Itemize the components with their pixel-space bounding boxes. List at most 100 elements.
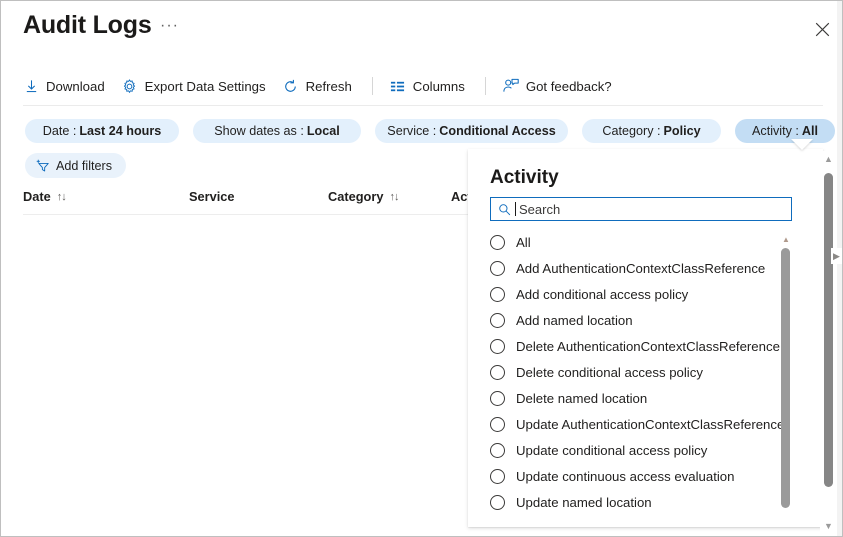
- column-header-date-label: Date: [23, 189, 51, 204]
- download-button[interactable]: Download: [23, 78, 105, 94]
- more-options-ellipsis[interactable]: ···: [160, 19, 179, 33]
- filter-pill-date-key: Date: [43, 124, 77, 138]
- activity-option-label: All: [516, 235, 531, 250]
- download-label: Download: [46, 79, 105, 94]
- filter-pill-category[interactable]: Category Policy: [582, 119, 721, 143]
- filter-pill-activity[interactable]: Activity All: [735, 119, 835, 143]
- activity-filter-flyout: Activity All Add AuthenticationContextCl…: [468, 149, 823, 527]
- filter-pill-service-value: Conditional Access: [439, 124, 555, 138]
- command-bar: Download Export Data Settings Refresh: [1, 67, 843, 105]
- panel-expand-arrow-icon[interactable]: ▶: [831, 248, 842, 264]
- activity-option-update-conditional-access-policy[interactable]: Update conditional access policy: [490, 437, 790, 463]
- filter-pill-row: Date Last 24 hours Show dates as Local S…: [25, 119, 835, 143]
- add-filter-icon: [36, 159, 50, 173]
- filter-pill-category-value: Policy: [664, 124, 701, 138]
- filter-pill-category-key: Category: [602, 124, 660, 138]
- search-icon: [497, 202, 511, 216]
- refresh-label: Refresh: [306, 79, 352, 94]
- filter-pill-date[interactable]: Date Last 24 hours: [25, 119, 179, 143]
- column-header-service-label: Service: [189, 189, 235, 204]
- got-feedback-label: Got feedback?: [526, 79, 612, 94]
- sort-arrows-icon: ↑↓: [57, 191, 66, 203]
- page-scrollbar[interactable]: ▲ ▼: [820, 151, 837, 534]
- command-separator-2: [485, 77, 486, 95]
- activity-option-update-authenticationcontextclassreference[interactable]: Update AuthenticationContextClassReferen…: [490, 411, 790, 437]
- activity-option-label: Update continuous access evaluation: [516, 469, 734, 484]
- add-filters-label: Add filters: [56, 159, 112, 173]
- activity-option-delete-conditional-access-policy[interactable]: Delete conditional access policy: [490, 359, 790, 385]
- radio-icon[interactable]: [490, 261, 505, 276]
- export-data-settings-label: Export Data Settings: [145, 79, 266, 94]
- filter-pill-show-dates-as-key: Show dates as: [214, 124, 304, 138]
- activity-option-add-authenticationcontextclassreference[interactable]: Add AuthenticationContextClassReference: [490, 255, 790, 281]
- got-feedback-button[interactable]: Got feedback?: [503, 78, 612, 94]
- radio-icon[interactable]: [490, 443, 505, 458]
- filter-pill-date-value: Last 24 hours: [79, 124, 161, 138]
- flyout-title: Activity: [490, 167, 559, 189]
- audit-logs-screen: Audit Logs ··· Download: [0, 0, 843, 537]
- radio-icon[interactable]: [490, 313, 505, 328]
- search-input[interactable]: [519, 202, 791, 217]
- radio-icon[interactable]: [490, 417, 505, 432]
- column-header-service[interactable]: Service: [189, 189, 235, 204]
- radio-icon[interactable]: [490, 235, 505, 250]
- activity-option-label: Update conditional access policy: [516, 443, 707, 458]
- scroll-up-arrow-icon[interactable]: ▲: [779, 233, 793, 245]
- page-title: Audit Logs: [23, 11, 152, 40]
- filter-pill-service[interactable]: Service Conditional Access: [375, 119, 568, 143]
- filter-pill-show-dates-as-value: Local: [307, 124, 340, 138]
- text-cursor: [515, 202, 516, 216]
- export-data-settings-button[interactable]: Export Data Settings: [122, 78, 266, 94]
- columns-label: Columns: [413, 79, 465, 94]
- radio-icon[interactable]: [490, 287, 505, 302]
- radio-icon[interactable]: [490, 495, 505, 510]
- filter-pill-activity-value: All: [802, 124, 818, 138]
- flyout-callout-pointer: [791, 139, 813, 150]
- search-box[interactable]: [490, 197, 792, 221]
- title-bar: Audit Logs ···: [1, 1, 843, 56]
- radio-icon[interactable]: [490, 339, 505, 354]
- activity-option-label: Add AuthenticationContextClassReference: [516, 261, 765, 276]
- close-icon: [815, 22, 830, 37]
- activity-option-add-conditional-access-policy[interactable]: Add conditional access policy: [490, 281, 790, 307]
- activity-option-label: Add named location: [516, 313, 633, 328]
- add-filters-button[interactable]: Add filters: [25, 153, 126, 178]
- activity-option-all[interactable]: All: [490, 229, 790, 255]
- sort-arrows-icon: ↑↓: [389, 191, 398, 203]
- activity-option-update-named-location[interactable]: Update named location: [490, 489, 790, 514]
- activity-option-label: Delete named location: [516, 391, 647, 406]
- columns-button[interactable]: Columns: [390, 78, 465, 94]
- activity-option-add-named-location[interactable]: Add named location: [490, 307, 790, 333]
- columns-icon: [390, 78, 406, 94]
- filter-pill-show-dates-as[interactable]: Show dates as Local: [193, 119, 361, 143]
- radio-icon[interactable]: [490, 391, 505, 406]
- radio-icon[interactable]: [490, 469, 505, 484]
- close-button[interactable]: [807, 14, 837, 44]
- scroll-up-arrow-icon[interactable]: ▲: [820, 151, 837, 167]
- filter-pill-activity-key: Activity: [752, 124, 799, 138]
- scroll-down-arrow-icon[interactable]: ▼: [820, 518, 837, 534]
- right-edge-rail: [837, 1, 842, 537]
- activity-option-label: Add conditional access policy: [516, 287, 688, 302]
- activity-option-label: Delete AuthenticationContextClassReferen…: [516, 339, 780, 354]
- feedback-person-icon: [503, 78, 519, 94]
- activity-option-list[interactable]: All Add AuthenticationContextClassRefere…: [490, 229, 790, 514]
- activity-option-delete-named-location[interactable]: Delete named location: [490, 385, 790, 411]
- column-header-category-label: Category: [328, 189, 383, 204]
- command-separator-1: [372, 77, 373, 95]
- scroll-thumb[interactable]: [824, 173, 833, 487]
- radio-icon[interactable]: [490, 365, 505, 380]
- activity-list-scrollbar[interactable]: ▲ ▼: [779, 233, 793, 537]
- refresh-button[interactable]: Refresh: [283, 78, 352, 94]
- command-bar-divider: [23, 105, 823, 106]
- refresh-icon: [283, 78, 299, 94]
- scroll-thumb[interactable]: [781, 248, 790, 508]
- activity-option-update-continuous-access-evaluation[interactable]: Update continuous access evaluation: [490, 463, 790, 489]
- activity-option-label: Update AuthenticationContextClassReferen…: [516, 417, 784, 432]
- activity-option-label: Delete conditional access policy: [516, 365, 703, 380]
- activity-option-delete-authenticationcontextclassreference[interactable]: Delete AuthenticationContextClassReferen…: [490, 333, 790, 359]
- column-header-date[interactable]: Date ↑↓: [23, 189, 173, 204]
- gear-icon: [122, 78, 138, 94]
- filter-pill-service-key: Service: [387, 124, 436, 138]
- download-icon: [23, 78, 39, 94]
